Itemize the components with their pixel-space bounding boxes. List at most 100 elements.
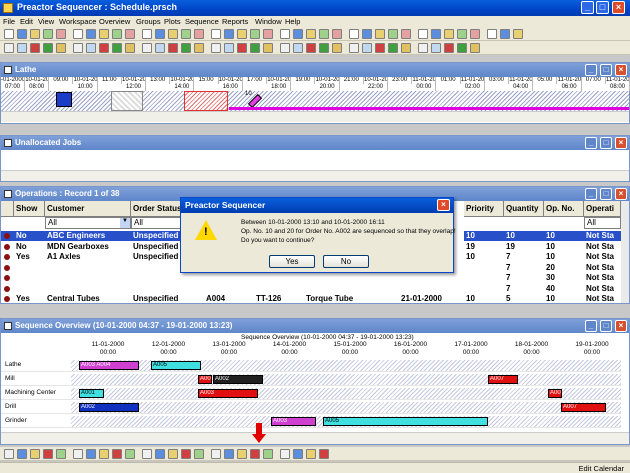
toolbar-button-icon[interactable]	[306, 449, 316, 459]
toolbar-button-icon[interactable]	[168, 29, 178, 39]
toolbar-button-icon[interactable]	[418, 29, 428, 39]
menu-workspace[interactable]: Workspace	[59, 17, 96, 26]
toolbar-button-icon[interactable]	[86, 43, 96, 53]
panel-close-button[interactable]: ×	[615, 137, 627, 149]
toolbar-button-icon[interactable]	[224, 29, 234, 39]
overview-job-bar[interactable]: A005	[323, 417, 488, 426]
overview-hatch-area[interactable]	[71, 388, 621, 399]
toolbar-button-icon[interactable]	[263, 43, 273, 53]
toolbar-button-icon[interactable]	[211, 449, 221, 459]
panel-minimize-button[interactable]: _	[585, 64, 597, 76]
toolbar-button-icon[interactable]	[418, 43, 428, 53]
overview-job-bar[interactable]: A002	[213, 375, 263, 384]
toolbar-button-icon[interactable]	[181, 29, 191, 39]
toolbar-button-icon[interactable]	[30, 449, 40, 459]
panel-maximize-button[interactable]: □	[600, 188, 612, 200]
overview-job-bar[interactable]: A003	[198, 389, 258, 398]
dialog-close-button[interactable]: ×	[437, 199, 450, 211]
toolbar-button-icon[interactable]	[237, 43, 247, 53]
toolbar-button-icon[interactable]	[388, 29, 398, 39]
toolbar-button-icon[interactable]	[142, 449, 152, 459]
toolbar-button-icon[interactable]	[513, 29, 523, 39]
toolbar-button-icon[interactable]	[181, 43, 191, 53]
lathe-job-block[interactable]	[56, 92, 72, 107]
toolbar-button-icon[interactable]	[125, 29, 135, 39]
menu-help[interactable]: Help	[285, 17, 300, 26]
overview-job-bar[interactable]: A001	[198, 375, 212, 384]
toolbar-button-icon[interactable]	[319, 449, 329, 459]
toolbar-button-icon[interactable]	[43, 29, 53, 39]
toolbar-button-icon[interactable]	[30, 29, 40, 39]
no-button[interactable]: No	[323, 255, 369, 268]
toolbar-button-icon[interactable]	[56, 43, 66, 53]
panel-maximize-button[interactable]: □	[600, 64, 612, 76]
overview-scrollbar[interactable]	[1, 432, 629, 444]
overview-job-bar[interactable]: A007	[548, 389, 562, 398]
menu-plots[interactable]: Plots	[164, 17, 181, 26]
panel-maximize-button[interactable]: □	[600, 137, 612, 149]
toolbar-button-icon[interactable]	[431, 29, 441, 39]
toolbar-button-icon[interactable]	[444, 29, 454, 39]
toolbar-button-icon[interactable]	[99, 449, 109, 459]
toolbar-button-icon[interactable]	[319, 43, 329, 53]
overview-job-bar[interactable]: A001	[79, 389, 104, 398]
unallocated-scrollbar[interactable]	[1, 170, 629, 181]
toolbar-button-icon[interactable]	[112, 29, 122, 39]
menu-groups[interactable]: Groups	[136, 17, 161, 26]
toolbar-button-icon[interactable]	[181, 449, 191, 459]
toolbar-button-icon[interactable]	[293, 29, 303, 39]
toolbar-button-icon[interactable]	[17, 29, 27, 39]
toolbar-button-icon[interactable]	[73, 449, 83, 459]
toolbar-button-icon[interactable]	[280, 29, 290, 39]
toolbar-button-icon[interactable]	[306, 43, 316, 53]
toolbar-button-icon[interactable]	[194, 29, 204, 39]
column-header-op-no[interactable]: Op. No.	[544, 201, 584, 217]
toolbar-button-icon[interactable]	[194, 449, 204, 459]
toolbar-button-icon[interactable]	[73, 29, 83, 39]
toolbar-button-icon[interactable]	[306, 29, 316, 39]
overview-job-bar[interactable]: A003	[271, 417, 316, 426]
toolbar-button-icon[interactable]	[17, 43, 27, 53]
toolbar-button-icon[interactable]	[375, 29, 385, 39]
column-header-customer[interactable]: Customer	[45, 201, 131, 217]
toolbar-button-icon[interactable]	[444, 43, 454, 53]
toolbar-button-icon[interactable]	[155, 29, 165, 39]
toolbar-button-icon[interactable]	[332, 43, 342, 53]
menu-sequence[interactable]: Sequence	[185, 17, 219, 26]
toolbar-button-icon[interactable]	[43, 43, 53, 53]
toolbar-button-icon[interactable]	[332, 29, 342, 39]
toolbar-button-icon[interactable]	[56, 29, 66, 39]
opstatus-filter-dropdown[interactable]: All	[584, 217, 621, 229]
toolbar-button-icon[interactable]	[99, 43, 109, 53]
overview-job-bar[interactable]: A002	[79, 403, 139, 412]
toolbar-button-icon[interactable]	[194, 43, 204, 53]
toolbar-button-icon[interactable]	[4, 29, 14, 39]
toolbar-button-icon[interactable]	[112, 449, 122, 459]
column-header-show[interactable]: Show	[14, 201, 45, 217]
toolbar-button-icon[interactable]	[112, 43, 122, 53]
toolbar-button-icon[interactable]	[155, 449, 165, 459]
panel-maximize-button[interactable]: □	[600, 320, 612, 332]
panel-close-button[interactable]: ×	[615, 64, 627, 76]
minimize-button[interactable]: _	[581, 1, 594, 14]
toolbar-button-icon[interactable]	[211, 43, 221, 53]
toolbar-button-icon[interactable]	[30, 43, 40, 53]
operations-scrollbar[interactable]	[621, 201, 629, 303]
overview-job-bar[interactable]: A007	[561, 403, 606, 412]
toolbar-button-icon[interactable]	[168, 449, 178, 459]
panel-close-button[interactable]: ×	[615, 320, 627, 332]
toolbar-button-icon[interactable]	[224, 449, 234, 459]
column-header-priority[interactable]: Priority	[464, 201, 504, 217]
toolbar-button-icon[interactable]	[155, 43, 165, 53]
toolbar-button-icon[interactable]	[56, 449, 66, 459]
menu-file[interactable]: File	[3, 17, 15, 26]
overview-job-bar[interactable]: A003 A004	[79, 361, 139, 370]
toolbar-button-icon[interactable]	[375, 43, 385, 53]
toolbar-button-icon[interactable]	[280, 449, 290, 459]
menu-reports[interactable]: Reports	[222, 17, 248, 26]
toolbar-button-icon[interactable]	[250, 43, 260, 53]
yes-button[interactable]: Yes	[269, 255, 315, 268]
overview-hatch-area[interactable]	[71, 374, 621, 385]
toolbar-button-icon[interactable]	[401, 29, 411, 39]
toolbar-button-icon[interactable]	[86, 449, 96, 459]
